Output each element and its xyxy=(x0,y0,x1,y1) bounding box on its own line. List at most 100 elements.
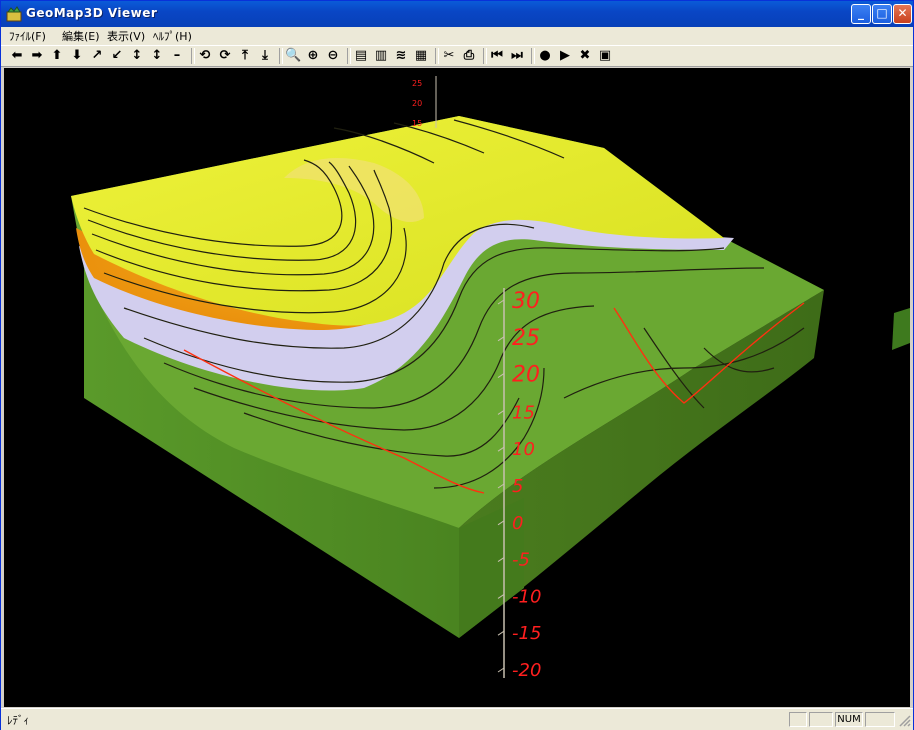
menu-bar: ﾌｧｲﾙ(F) 編集(E) 表示(V) ﾍﾙﾌﾟ(H) xyxy=(1,27,913,45)
tilt-up-icon: ⤒ xyxy=(242,48,248,63)
toolbar-separator xyxy=(483,48,487,64)
scale-label-top: 15 xyxy=(412,119,422,128)
scale-label: -5 xyxy=(512,550,530,571)
scale-label-top: 20 xyxy=(412,99,422,108)
status-panel-2 xyxy=(809,712,833,727)
menu-help[interactable]: ﾍﾙﾌﾟ(H) xyxy=(153,28,192,44)
vertical-shrink-button[interactable]: ↕ xyxy=(149,48,165,64)
arrow-down-icon: ⬇ xyxy=(71,48,83,63)
title-bar[interactable]: GeoMap3D Viewer _ □ ✕ xyxy=(1,1,913,27)
stop-icon: ● xyxy=(539,48,551,63)
status-bar: ﾚﾃﾞｨ NUM xyxy=(1,708,913,730)
zoom-in-icon: ⊕ xyxy=(307,48,319,63)
scale-label: 0 xyxy=(512,513,523,534)
arrow-right-button[interactable]: ➡ xyxy=(29,48,45,64)
vertical-shrink-icon: ↕ xyxy=(151,48,163,63)
rotate-right-button[interactable]: ⟳ xyxy=(217,48,233,64)
toolbar-separator xyxy=(191,48,195,64)
minimize-icon: _ xyxy=(858,6,864,20)
layers-button[interactable]: ▤ xyxy=(353,48,369,64)
cut-button[interactable]: ✂ xyxy=(441,48,457,64)
play-icon: ▶ xyxy=(560,48,570,63)
status-num: NUM xyxy=(835,712,863,727)
toolbar-separator xyxy=(347,48,351,64)
tilt-down-button[interactable]: ⤓ xyxy=(257,48,273,64)
rotate-right-icon: ⟳ xyxy=(219,48,231,63)
cancel-icon: ✖ xyxy=(579,48,591,63)
minus-button[interactable]: – xyxy=(169,48,185,64)
rewind-icon: ⏮ xyxy=(491,48,503,63)
scale-label: 30 xyxy=(512,289,540,314)
scale-label: 10 xyxy=(512,439,535,460)
arrow-down-left-icon: ↙ xyxy=(111,48,123,63)
secondary-block-edge xyxy=(892,308,910,350)
rotate-left-button[interactable]: ⟲ xyxy=(197,48,213,64)
app-icon xyxy=(6,6,22,22)
scale-label: -15 xyxy=(512,623,541,644)
strata-icon: ≋ xyxy=(395,48,407,63)
zoom-icon: 🔍 xyxy=(285,48,302,63)
toolbar-separator xyxy=(531,48,535,64)
strata-button[interactable]: ≋ xyxy=(393,48,409,64)
status-panel-1 xyxy=(789,712,807,727)
arrow-up-right-button[interactable]: ↗ xyxy=(89,48,105,64)
zoom-out-icon: ⊖ xyxy=(327,48,339,63)
status-text: ﾚﾃﾞｨ xyxy=(7,714,29,727)
menu-edit[interactable]: 編集(E) xyxy=(62,28,100,44)
play-button[interactable]: ▶ xyxy=(557,48,573,64)
arrow-up-icon: ⬆ xyxy=(51,48,63,63)
cancel-button[interactable]: ✖ xyxy=(577,48,593,64)
scale-label: -10 xyxy=(512,586,541,607)
vertical-expand-icon: ↕ xyxy=(131,48,143,63)
section-button[interactable]: ▥ xyxy=(373,48,389,64)
zoom-button[interactable]: 🔍 xyxy=(285,48,301,64)
cut-icon: ✂ xyxy=(443,48,455,63)
zoom-in-button[interactable]: ⊕ xyxy=(305,48,321,64)
tilt-up-button[interactable]: ⤒ xyxy=(237,48,253,64)
toolbar-separator xyxy=(279,48,283,64)
layers-icon: ▤ xyxy=(354,48,368,63)
zoom-out-button[interactable]: ⊖ xyxy=(325,48,341,64)
camera-button[interactable]: ▣ xyxy=(597,48,613,64)
arrow-up-right-icon: ↗ xyxy=(91,48,103,63)
fast-forward-button[interactable]: ⏭ xyxy=(509,48,525,64)
stop-button[interactable]: ● xyxy=(537,48,553,64)
section-icon: ▥ xyxy=(374,48,388,63)
app-window: GeoMap3D Viewer _ □ ✕ ﾌｧｲﾙ(F) 編集(E) 表示(V… xyxy=(0,0,914,730)
print-button[interactable]: ⎙ xyxy=(461,48,477,64)
arrow-down-button[interactable]: ⬇ xyxy=(69,48,85,64)
arrow-down-left-button[interactable]: ↙ xyxy=(109,48,125,64)
rewind-button[interactable]: ⏮ xyxy=(489,48,505,64)
status-panel-4 xyxy=(865,712,895,727)
fast-forward-icon: ⏭ xyxy=(511,48,523,63)
maximize-button[interactable]: □ xyxy=(872,4,892,24)
map-button[interactable]: ▦ xyxy=(413,48,429,64)
close-button[interactable]: ✕ xyxy=(893,4,912,24)
minus-icon: – xyxy=(173,48,181,63)
print-icon: ⎙ xyxy=(463,48,475,63)
scale-label: 20 xyxy=(512,363,540,388)
maximize-icon: □ xyxy=(876,6,888,20)
rotate-left-icon: ⟲ xyxy=(199,48,211,63)
geologic-block-model: 30 25 20 15 10 5 0 -5 -10 -15 -20 25 20 15 xyxy=(71,76,910,681)
arrow-right-icon: ➡ xyxy=(31,48,43,63)
menu-view[interactable]: 表示(V) xyxy=(107,28,145,44)
window-title: GeoMap3D Viewer xyxy=(26,6,158,20)
minimize-button[interactable]: _ xyxy=(851,4,871,24)
resize-grip-icon[interactable] xyxy=(899,715,911,727)
menu-file[interactable]: ﾌｧｲﾙ(F) xyxy=(9,28,46,44)
arrow-up-button[interactable]: ⬆ xyxy=(49,48,65,64)
scale-label: -20 xyxy=(512,660,541,681)
scale-label: 25 xyxy=(512,326,540,351)
3d-viewport[interactable]: 30 25 20 15 10 5 0 -5 -10 -15 -20 25 20 15 xyxy=(4,68,910,707)
scale-label: 5 xyxy=(512,476,523,497)
arrow-left-icon: ⬅ xyxy=(11,48,23,63)
close-icon: ✕ xyxy=(897,6,908,20)
arrow-left-button[interactable]: ⬅ xyxy=(9,48,25,64)
vertical-expand-button[interactable]: ↕ xyxy=(129,48,145,64)
scale-label: 15 xyxy=(512,402,535,423)
camera-icon: ▣ xyxy=(598,48,612,63)
toolbar-separator xyxy=(435,48,439,64)
scale-tick xyxy=(497,667,505,673)
scale-tick xyxy=(497,630,505,636)
